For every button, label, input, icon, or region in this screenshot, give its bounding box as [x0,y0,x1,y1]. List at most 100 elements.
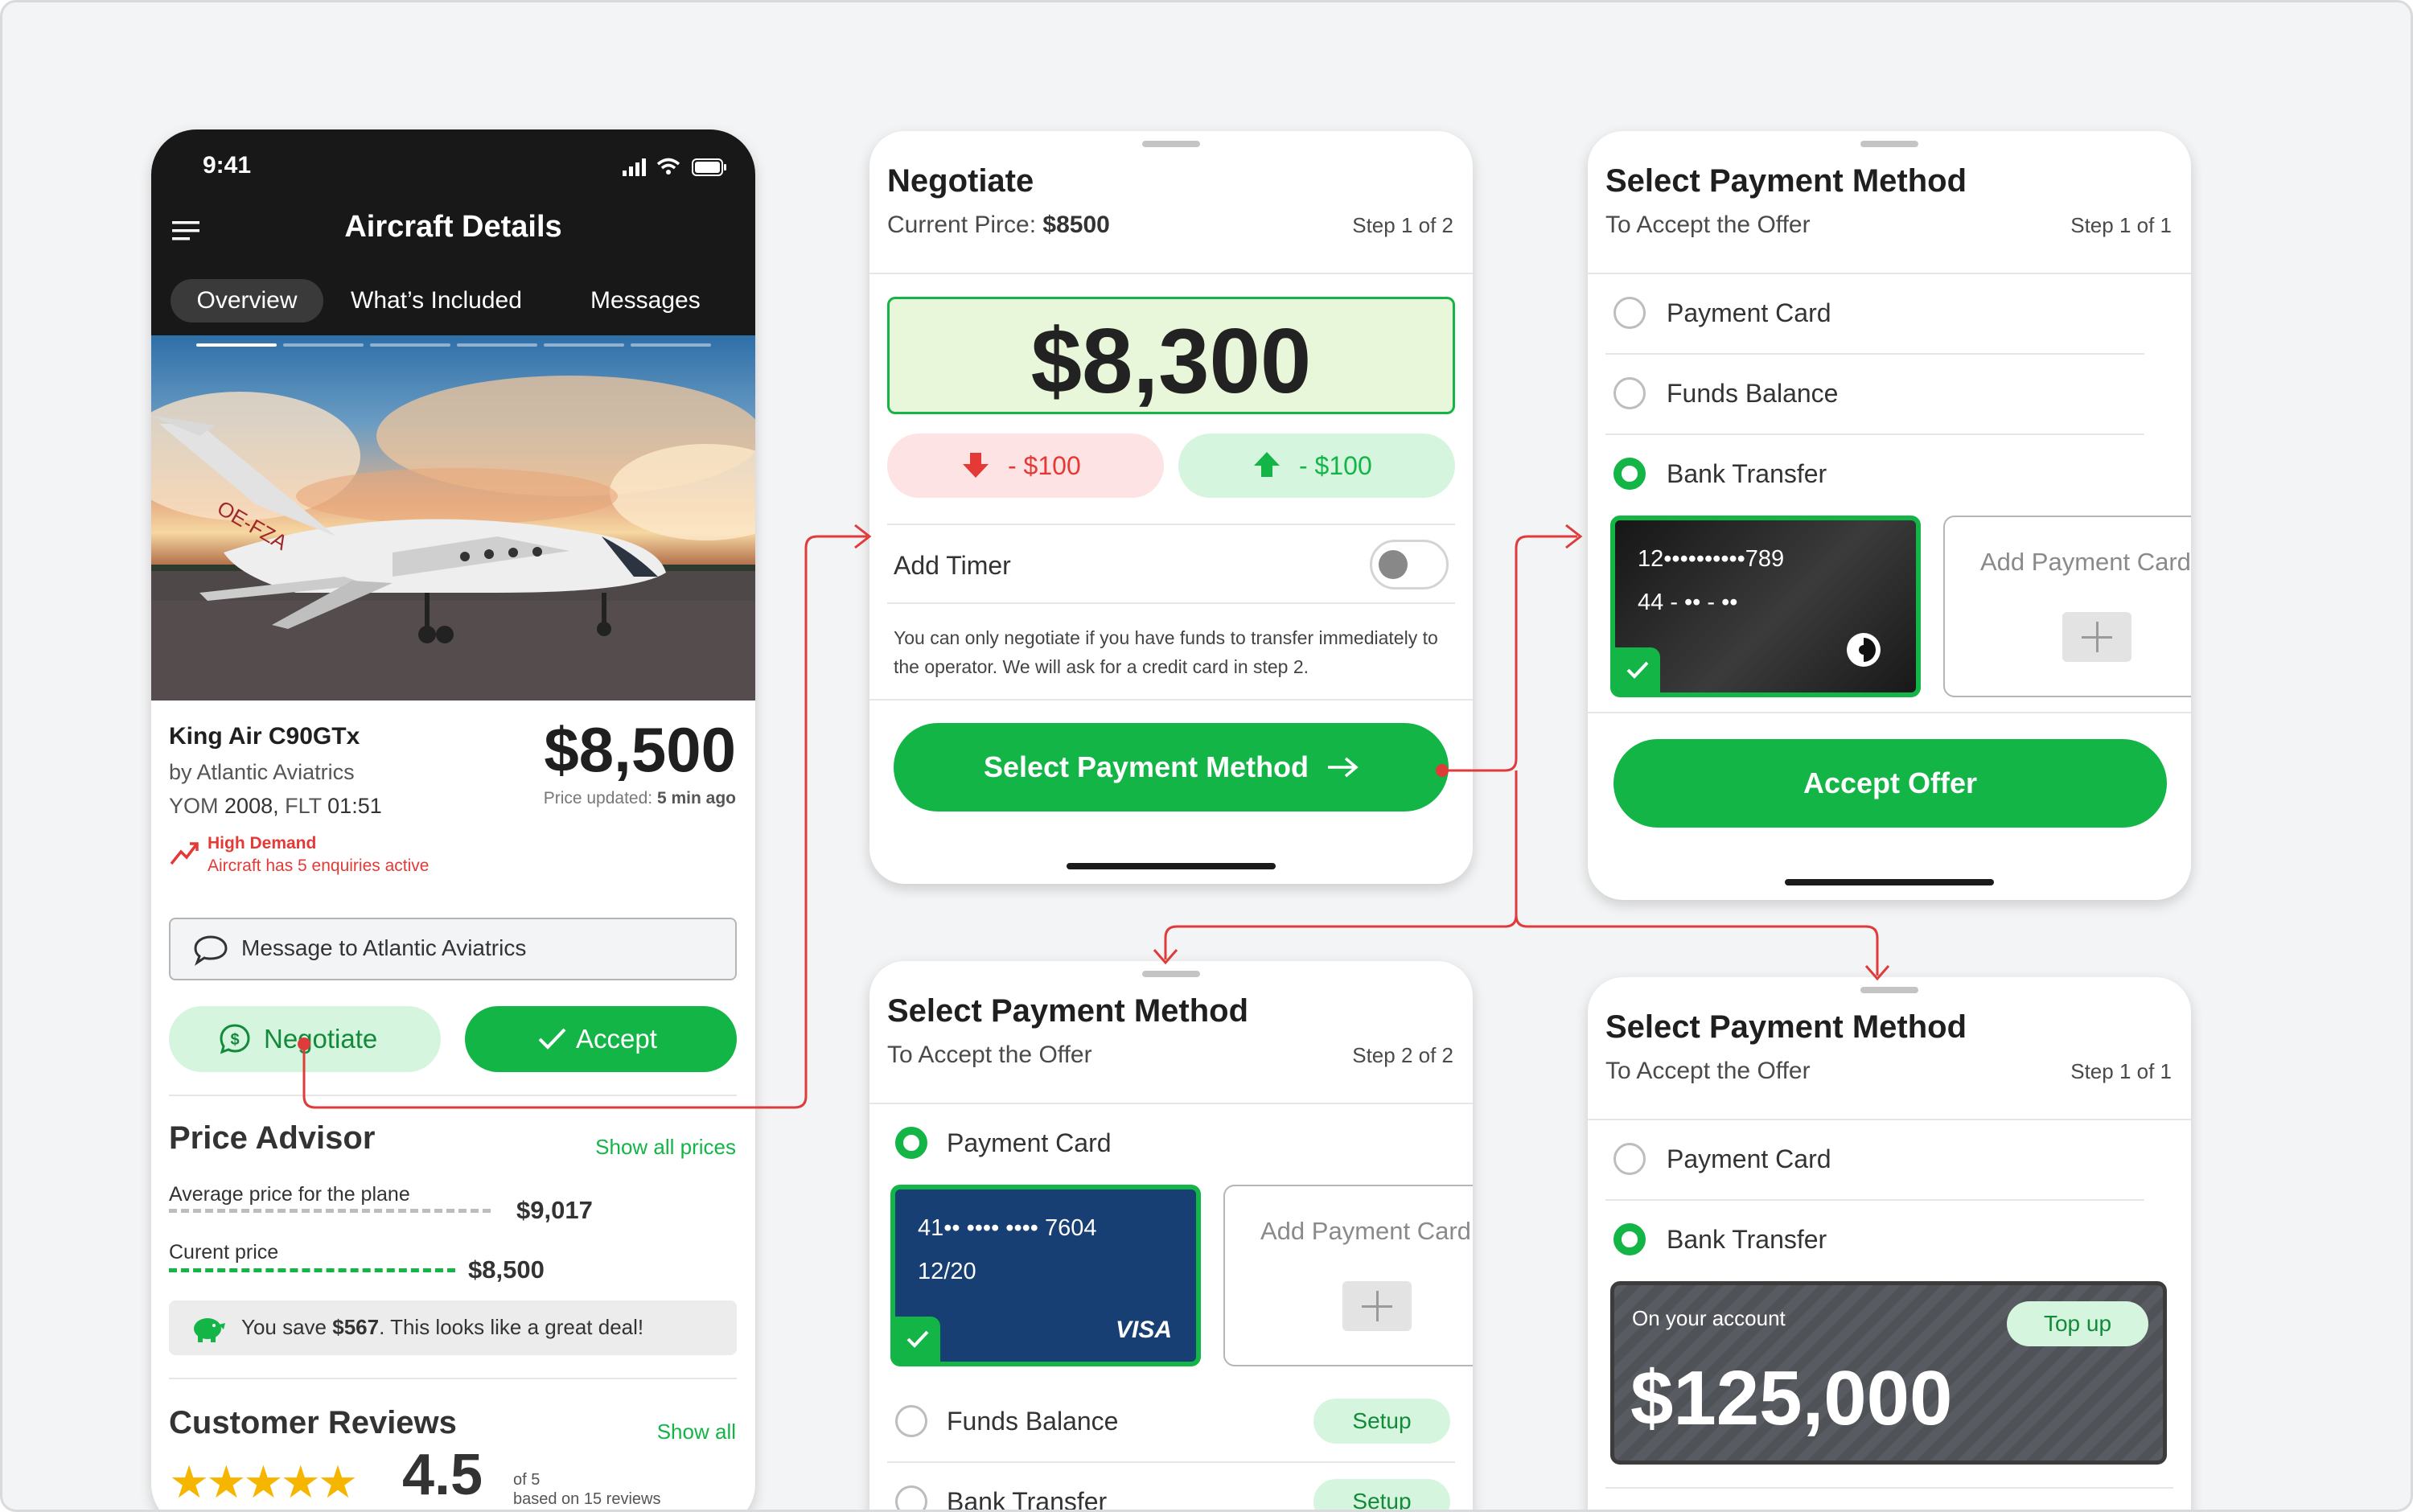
message-label: Message to Atlantic Aviatrics [241,935,527,960]
rating-stars: ★★★★★ [169,1457,358,1507]
selected-check [1615,647,1660,692]
flt-value: 01:51 [327,794,382,818]
arrow-down-icon [963,453,989,478]
offer-amount-box[interactable]: $8,300 [887,297,1455,414]
accept-button[interactable]: Accept [465,1006,737,1072]
rating-of: of 5 [513,1471,541,1489]
current-price-value: $8,500 [468,1255,545,1284]
account-balance-card: On your account Top up $125,000 [1610,1281,2167,1465]
home-indicator [1067,863,1276,869]
negotiate-sheet: Negotiate Current Pirce: $8500 Step 1 of… [869,131,1473,884]
selected-card[interactable]: 12••••••••••789 44 - •• - •• [1610,516,1921,697]
payment-subtitle: To Accept the Offer [1605,212,1811,238]
trending-up-icon [170,842,199,865]
offer-amount: $8,300 [1030,310,1312,413]
decrease-label: - $100 [1008,451,1081,480]
card-number: 12••••••••••789 [1638,546,1785,572]
payment-method-sheet-bank: Select Payment Method To Accept the Offe… [1588,131,2191,900]
show-all-reviews-link[interactable]: Show all [657,1420,736,1444]
step-indicator: Step 1 of 1 [2070,213,2172,237]
option-funds-balance[interactable]: Funds Balance [1667,379,1838,409]
plus-icon [2062,612,2131,662]
option-payment-card[interactable]: Payment Card [947,1128,1112,1158]
add-payment-card-tile[interactable]: Add Payment Card [1223,1185,1473,1366]
sheet-grip[interactable] [1142,141,1200,147]
negotiate-note: You can only negotiate if you have funds… [894,627,1438,677]
top-up-button[interactable]: Top up [2007,1301,2148,1346]
aircraft-name: King Air C90GTx [169,723,360,750]
setup-bank-button[interactable]: Setup [1313,1479,1450,1510]
option-payment-card[interactable]: Payment Card [1667,298,1831,328]
rating-value: 4.5 [402,1443,483,1507]
accept-label: Accept [576,1024,657,1054]
aircraft-photo: OE-FZA [151,335,755,701]
tab-whats-included[interactable]: What’s Included [351,287,522,314]
radio-funds-balance[interactable] [895,1405,927,1437]
carousel-indicator [196,343,711,347]
add-payment-card-tile[interactable]: Add Payment Card [1943,516,2191,697]
savings-banner: You save $567. This looks like a great d… [169,1300,737,1355]
high-demand-sub: Aircraft has 5 enquiries active [208,857,430,875]
radio-bank-transfer[interactable] [895,1485,927,1510]
option-bank-transfer[interactable]: Bank Transfer [1667,459,1827,489]
sheet-grip[interactable] [1860,141,1918,147]
toggle-knob [1379,550,1408,579]
check-icon [906,1330,929,1348]
tab-messages[interactable]: Messages [590,287,701,314]
select-payment-method-label: Select Payment Method [983,750,1309,783]
status-time: 9:41 [203,152,252,179]
radio-bank-transfer[interactable] [1613,1223,1646,1255]
option-payment-card[interactable]: Payment Card [1667,1144,1831,1174]
divider [1588,1119,2191,1120]
dollar-bubble-icon: $ [220,1024,250,1054]
option-bank-transfer[interactable]: Bank Transfer [947,1487,1107,1510]
setup-funds-button[interactable]: Setup [1313,1399,1450,1444]
customer-reviews-title: Customer Reviews [169,1405,457,1440]
arrow-up-icon [1254,452,1280,477]
svg-text:$: $ [230,1031,239,1049]
payment-title: Select Payment Method [887,993,1249,1029]
radio-bank-transfer[interactable] [1613,458,1646,490]
show-all-prices-link[interactable]: Show all prices [595,1135,736,1160]
battery-icon [692,158,726,176]
payment-subtitle: To Accept the Offer [1605,1058,1811,1084]
option-bank-transfer[interactable]: Bank Transfer [1667,1225,1827,1255]
add-timer-toggle[interactable] [1370,540,1449,590]
yom-label: YOM [169,794,219,818]
negotiate-button[interactable]: $ Negotiate [169,1006,441,1072]
add-timer-label: Add Timer [894,551,1011,580]
message-button[interactable]: Message to Atlantic Aviatrics [169,918,737,980]
divider [869,1103,1473,1104]
radio-payment-card[interactable] [895,1127,927,1159]
step-indicator: Step 2 of 2 [1352,1043,1453,1067]
payment-method-sheet-funds: Select Payment Method To Accept the Offe… [1588,977,2191,1510]
avg-price-value: $9,017 [516,1196,593,1224]
card-expiry: 12/20 [918,1259,976,1284]
current-price-bar [169,1268,455,1272]
payment-method-sheet-card: Select Payment Method To Accept the Offe… [869,961,1473,1510]
radio-payment-card[interactable] [1613,1143,1646,1175]
divider [1605,1199,2144,1201]
radio-payment-card[interactable] [1613,297,1646,329]
account-label: On your account [1632,1306,1786,1330]
avg-price-label: Average price for the plane [169,1183,410,1206]
piggy-bank-icon [194,1318,225,1342]
sheet-grip[interactable] [1142,971,1200,977]
tab-overview-label: Overview [196,287,298,314]
visa-logo: VISA [1115,1317,1172,1343]
price-advisor-title: Price Advisor [169,1120,376,1156]
card-number: 41•• •••• •••• 7604 [918,1215,1097,1241]
increase-button[interactable]: - $100 [1178,433,1455,498]
star-icon: ★ [280,1457,321,1507]
selected-check [895,1317,940,1362]
aircraft-details-screen: 9:41 Aircraft Details Overview What’s In… [151,129,755,1510]
option-funds-balance[interactable]: Funds Balance [947,1407,1118,1436]
selected-card[interactable]: 41•• •••• •••• 7604 12/20 VISA [890,1185,1201,1366]
sheet-grip[interactable] [1860,987,1918,993]
decrease-button[interactable]: - $100 [887,433,1164,498]
select-payment-method-button[interactable]: Select Payment Method [894,723,1449,811]
aircraft-meta: YOM 2008, FLT 01:51 [169,794,382,819]
accept-offer-button[interactable]: Accept Offer [1613,739,2167,828]
increase-label: - $100 [1299,451,1372,480]
radio-funds-balance[interactable] [1613,377,1646,409]
